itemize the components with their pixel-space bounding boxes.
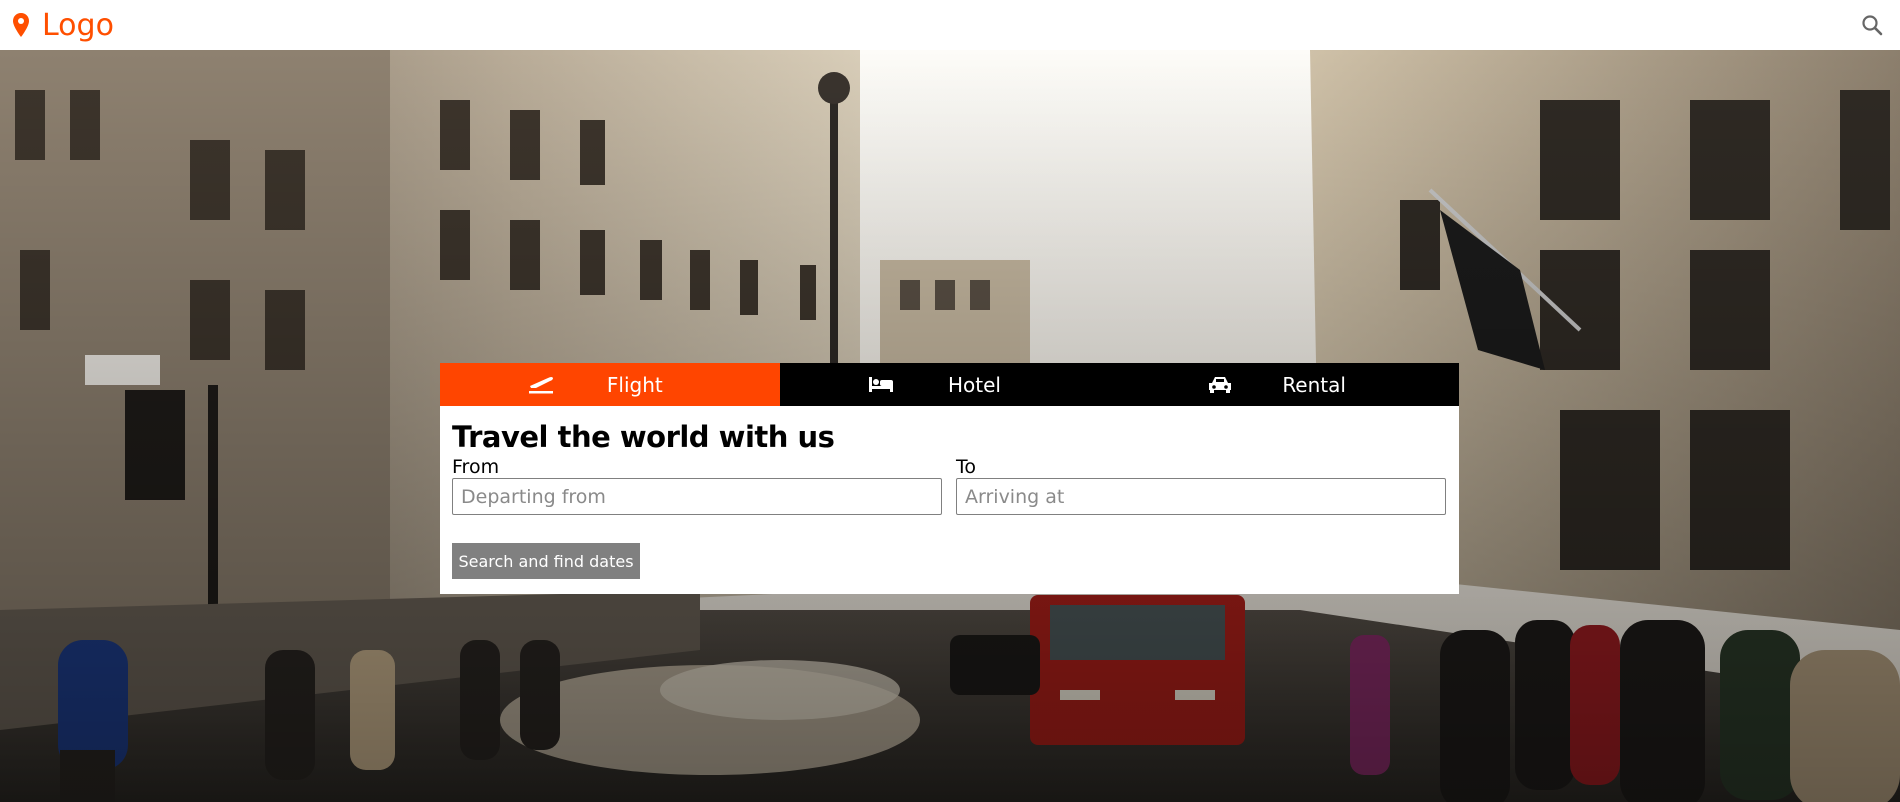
tab-flight-label: Flight — [606, 372, 663, 397]
route-fields: From To — [452, 456, 1447, 515]
to-input[interactable] — [956, 478, 1446, 515]
car-icon — [1209, 377, 1232, 393]
to-field: To — [956, 456, 1446, 515]
tab-hotel[interactable]: Hotel — [780, 363, 1120, 406]
tab-rental[interactable]: Rental — [1119, 363, 1459, 406]
logo-text: Logo — [42, 7, 114, 43]
booking-form: Travel the world with us From To Search … — [440, 406, 1459, 594]
airplane-icon — [529, 377, 553, 394]
from-input[interactable] — [452, 478, 942, 515]
booking-tabs: Flight Hotel Rental — [440, 363, 1459, 406]
tab-rental-label: Rental — [1282, 372, 1346, 397]
to-label: To — [956, 456, 977, 478]
tab-hotel-label: Hotel — [947, 372, 1001, 397]
search-icon — [1862, 15, 1883, 36]
logo-link[interactable]: Logo — [12, 6, 114, 44]
tab-flight[interactable]: Flight — [440, 363, 780, 406]
bed-icon — [868, 377, 893, 392]
page-title: Travel the world with us — [452, 420, 835, 454]
from-field: From — [452, 456, 942, 515]
map-pin-icon — [13, 13, 29, 37]
search-dates-button[interactable]: Search and find dates — [452, 543, 640, 579]
top-navigation: Logo — [0, 0, 1900, 50]
search-button[interactable] — [1858, 11, 1886, 39]
from-label: From — [452, 456, 500, 478]
booking-widget: Flight Hotel Rental Travel the world wit… — [440, 363, 1459, 594]
